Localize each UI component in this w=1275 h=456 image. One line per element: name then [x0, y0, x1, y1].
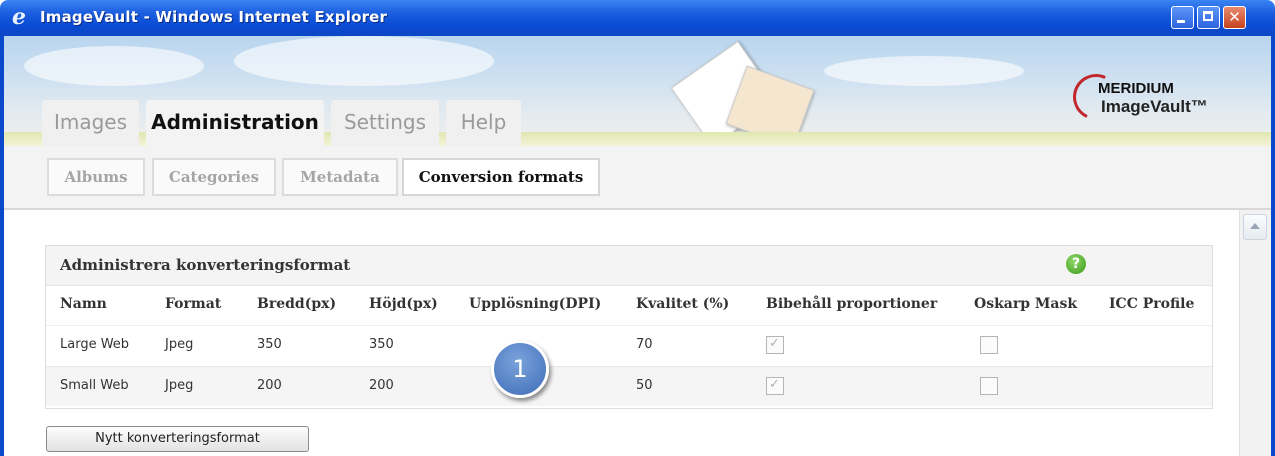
help-icon[interactable]: ? — [1066, 254, 1086, 274]
table-row[interactable]: Small Web Jpeg 200 200 50 — [46, 366, 1212, 406]
tab-images[interactable]: Images — [42, 100, 139, 146]
internet-explorer-icon: e — [12, 4, 26, 30]
window-titlebar: e ImageVault - Windows Internet Explorer… — [0, 0, 1275, 36]
cell-name: Large Web — [60, 337, 130, 352]
column-header-quality: Kvalitet (%) — [636, 296, 730, 312]
column-header-width: Bredd(px) — [257, 296, 337, 312]
subtab-albums[interactable]: Albums — [47, 158, 145, 196]
column-header-format: Format — [165, 296, 222, 312]
tab-administration[interactable]: Administration — [146, 100, 324, 146]
logo-product: ImageVault™ — [1101, 97, 1208, 116]
column-header-dpi: Upplösning(DPI) — [469, 296, 602, 312]
scroll-up-arrow-icon[interactable] — [1243, 214, 1267, 240]
tab-help[interactable]: Help — [446, 100, 521, 146]
sub-toolbar: Albums Categories Metadata Conversion fo… — [4, 146, 1271, 210]
panel-title: Administrera konverteringsformat — [60, 256, 351, 274]
cell-height: 350 — [369, 337, 394, 352]
table-row[interactable]: Large Web Jpeg 350 350 70 — [46, 325, 1212, 365]
cell-quality: 50 — [636, 378, 653, 393]
subtab-categories[interactable]: Categories — [152, 158, 276, 196]
banner-cloud — [24, 46, 204, 86]
step-number-badge: 1 — [491, 340, 549, 398]
banner-cloud — [824, 56, 1024, 86]
column-header-name: Namn — [60, 296, 107, 312]
unsharp-mask-checkbox[interactable] — [980, 377, 998, 395]
column-header-icc-profile: ICC Profile — [1109, 296, 1195, 312]
cell-width: 350 — [257, 337, 282, 352]
column-header-height: Höjd(px) — [369, 296, 438, 312]
keep-proportions-checkbox[interactable] — [766, 377, 784, 395]
close-icon: ✕ — [1228, 8, 1241, 26]
cell-name: Small Web — [60, 378, 129, 393]
subtab-conversion-formats[interactable]: Conversion formats — [402, 158, 600, 196]
close-button[interactable]: ✕ — [1223, 6, 1246, 29]
panel-header: Administrera konverteringsformat ? — [46, 246, 1212, 286]
column-header-keep-proportions: Bibehåll proportioner — [766, 296, 938, 312]
cell-quality: 70 — [636, 337, 653, 352]
window-title: ImageVault - Windows Internet Explorer — [40, 8, 388, 26]
vertical-scrollbar[interactable] — [1239, 210, 1271, 456]
meridium-logo: MERIDIUM ImageVault™ — [1061, 67, 1271, 130]
maximize-button[interactable] — [1197, 6, 1220, 29]
new-conversion-format-button[interactable]: Nytt konverteringsformat — [46, 426, 309, 452]
column-header-unsharp-mask: Oskarp Mask — [974, 296, 1078, 312]
window-frame-right — [1271, 36, 1275, 456]
maximize-icon — [1198, 7, 1219, 28]
banner-cloud — [234, 36, 494, 86]
tab-settings[interactable]: Settings — [331, 100, 439, 146]
minimize-icon — [1172, 7, 1193, 28]
cell-format: Jpeg — [165, 378, 194, 393]
conversion-formats-panel: Administrera konverteringsformat ? Namn … — [45, 245, 1213, 409]
minimize-button[interactable] — [1171, 6, 1194, 29]
cell-width: 200 — [257, 378, 282, 393]
unsharp-mask-checkbox[interactable] — [980, 336, 998, 354]
cell-height: 200 — [369, 378, 394, 393]
subtab-metadata[interactable]: Metadata — [282, 158, 398, 196]
cell-format: Jpeg — [165, 337, 194, 352]
logo-brand: MERIDIUM — [1098, 80, 1174, 97]
keep-proportions-checkbox[interactable] — [766, 336, 784, 354]
